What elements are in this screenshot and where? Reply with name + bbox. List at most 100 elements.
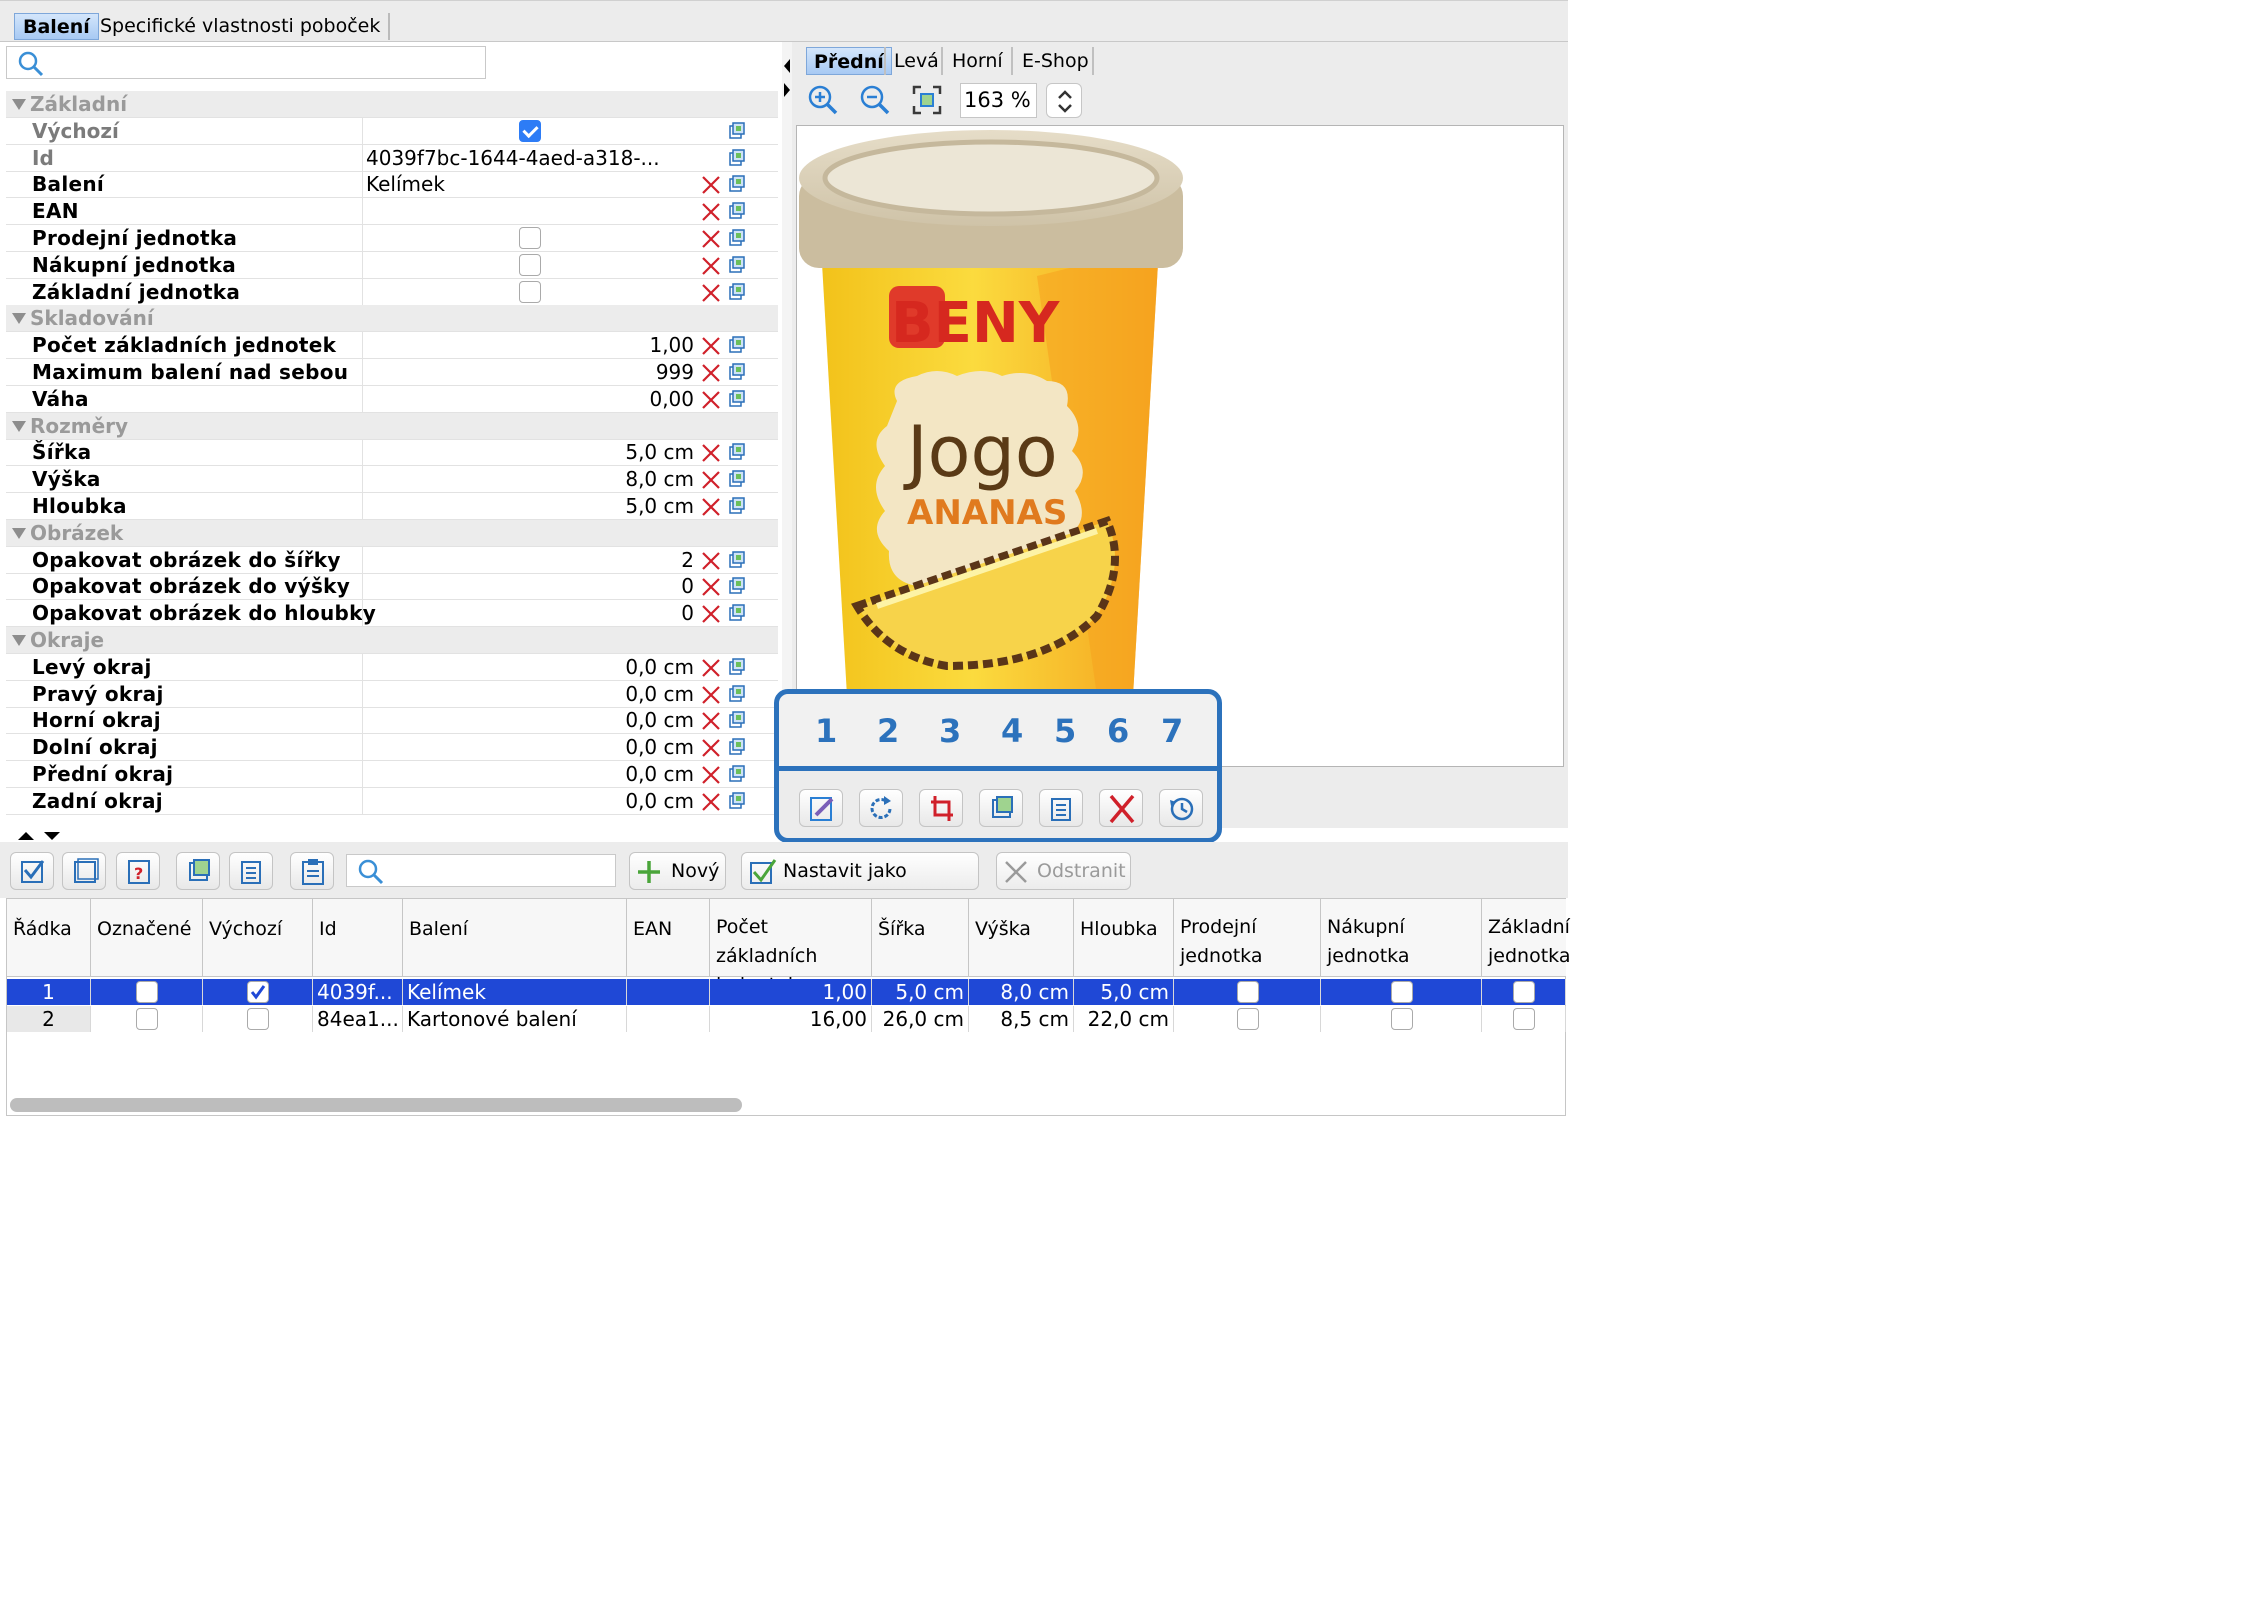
property-search-input[interactable]	[6, 46, 486, 79]
property-checkbox[interactable]	[519, 119, 541, 142]
property-row[interactable]: Váha 0,00	[6, 385, 778, 413]
table-cell[interactable]	[627, 979, 710, 1005]
clear-value-icon[interactable]	[701, 363, 721, 383]
property-value[interactable]: 1,00	[649, 332, 694, 359]
clear-value-icon[interactable]	[701, 738, 721, 758]
table-cell[interactable]: 2	[7, 1006, 91, 1032]
property-row[interactable]: Základní jednotka	[6, 278, 778, 306]
horizontal-scrollbar[interactable]	[10, 1098, 742, 1112]
row-checkbox[interactable]	[1236, 981, 1259, 1003]
property-checkbox[interactable]	[519, 280, 541, 303]
property-row[interactable]: Prodejní jednotka	[6, 225, 778, 252]
column-header-id[interactable]: Id	[313, 899, 403, 977]
clear-value-icon[interactable]	[701, 711, 721, 731]
table-cell-checkbox[interactable]	[1482, 1006, 1566, 1032]
expand-triangle-icon[interactable]	[12, 313, 26, 325]
table-cell[interactable]	[627, 1006, 710, 1032]
property-value[interactable]: 0,0 cm	[625, 707, 694, 734]
copy-value-icon[interactable]	[728, 256, 746, 274]
image-history-button[interactable]	[1159, 789, 1203, 827]
expand-triangle-icon[interactable]	[12, 527, 26, 539]
copy-value-icon[interactable]	[728, 684, 746, 703]
table-cell[interactable]: 84ea1...	[313, 1006, 403, 1032]
paste-rows-button[interactable]	[290, 852, 334, 890]
zoom-fit-icon[interactable]	[910, 83, 944, 117]
zoom-level-field[interactable]: 163 %	[960, 83, 1037, 118]
copy-value-icon[interactable]	[728, 765, 746, 783]
collapse-left-icon[interactable]	[782, 58, 792, 74]
copy-value-icon[interactable]	[728, 122, 746, 140]
property-group-header[interactable]: Rozměry	[6, 412, 778, 440]
table-cell-checkbox[interactable]	[91, 1006, 203, 1032]
property-value[interactable]: 0,0 cm	[625, 761, 694, 788]
column-header-vyska[interactable]: Výška	[969, 899, 1074, 977]
copy-value-icon[interactable]	[728, 148, 746, 167]
copy-value-icon[interactable]	[728, 470, 746, 488]
copy-value-icon[interactable]	[728, 282, 746, 301]
property-row[interactable]: Výška 8,0 cm	[6, 466, 778, 494]
property-row[interactable]: Pravý okraj 0,0 cm	[6, 680, 778, 708]
table-cell[interactable]: 1,00	[710, 979, 872, 1005]
clear-value-icon[interactable]	[701, 604, 721, 624]
property-row[interactable]: Maximum balení nad sebou 999	[6, 359, 778, 386]
table-cell[interactable]: Kartonové balení	[403, 1006, 627, 1032]
expand-triangle-icon[interactable]	[12, 420, 26, 432]
table-cell[interactable]: 1	[7, 979, 91, 1005]
column-header-sirka[interactable]: Šířka	[872, 899, 969, 977]
property-group-header[interactable]: Skladování	[6, 305, 778, 333]
column-header-hloubka[interactable]: Hloubka	[1074, 899, 1174, 977]
property-row[interactable]: Opakovat obrázek do výšky 0	[6, 573, 778, 601]
property-row[interactable]: Počet základních jednotek 1,00	[6, 332, 778, 360]
zoom-stepper[interactable]	[1046, 83, 1082, 118]
tab-leva[interactable]: Levá	[887, 47, 946, 75]
table-cell-checkbox[interactable]	[203, 979, 313, 1005]
row-checkbox[interactable]	[247, 981, 269, 1003]
copy-value-icon[interactable]	[728, 390, 746, 408]
clear-value-icon[interactable]	[701, 551, 721, 571]
property-row[interactable]: Hloubka 5,0 cm	[6, 493, 778, 520]
copy-value-icon[interactable]	[728, 738, 746, 756]
column-header-ean[interactable]: EAN	[627, 899, 710, 977]
clear-value-icon[interactable]	[701, 390, 721, 410]
new-button[interactable]: Nový	[629, 852, 726, 890]
property-row[interactable]: Levý okraj 0,0 cm	[6, 653, 778, 681]
property-row[interactable]: Nákupní jednotka	[6, 251, 778, 279]
property-value[interactable]: 0,0 cm	[625, 654, 694, 681]
property-value[interactable]: 4039f7bc-1644-4aed-a318-...	[366, 145, 660, 172]
table-cell[interactable]: Kelímek	[403, 979, 627, 1005]
property-group-header[interactable]: Obrázek	[6, 519, 778, 547]
tab-specificke-vlastnosti[interactable]: Specifické vlastnosti poboček	[92, 13, 391, 40]
invert-selection-button[interactable]: ?	[116, 852, 160, 890]
row-checkbox[interactable]	[247, 1008, 269, 1030]
remove-button[interactable]: Odstranit	[996, 852, 1131, 890]
property-value[interactable]: 0,0 cm	[625, 734, 694, 761]
table-cell[interactable]: 4039f...	[313, 979, 403, 1005]
deselect-all-button[interactable]	[62, 852, 106, 890]
copy-value-icon[interactable]	[728, 229, 746, 247]
table-cell-checkbox[interactable]	[203, 1006, 313, 1032]
clear-value-icon[interactable]	[701, 336, 721, 356]
row-checkbox[interactable]	[1390, 981, 1413, 1003]
property-row[interactable]: Opakovat obrázek do šířky 2	[6, 546, 778, 574]
property-value[interactable]: Kelímek	[366, 171, 445, 198]
zoom-out-icon[interactable]	[858, 83, 892, 117]
property-value[interactable]: 0,0 cm	[625, 681, 694, 708]
grid-search-input[interactable]	[346, 854, 616, 887]
clear-value-icon[interactable]	[701, 765, 721, 785]
property-value[interactable]: 0	[681, 573, 694, 600]
property-row[interactable]: Zadní okraj 0,0 cm	[6, 787, 778, 815]
table-cell[interactable]: 5,0 cm	[872, 979, 969, 1005]
edit-image-button[interactable]	[799, 789, 843, 827]
table-cell[interactable]: 16,00	[710, 1006, 872, 1032]
table-row[interactable]: 1 4039f... Kelímek 1,00 5,0 cm 8,0 cm 5,0 cm	[7, 979, 1566, 1005]
property-value[interactable]: 5,0 cm	[625, 493, 694, 520]
table-cell[interactable]: 8,5 cm	[969, 1006, 1074, 1032]
set-default-button[interactable]: Nastavit jako výchozí	[741, 852, 979, 918]
copy-image-button[interactable]	[1039, 789, 1083, 827]
copy-value-icon[interactable]	[728, 443, 746, 461]
crop-image-button[interactable]	[919, 789, 963, 827]
table-cell-checkbox[interactable]	[1321, 979, 1482, 1005]
copy-value-icon[interactable]	[728, 792, 746, 810]
delete-image-button[interactable]	[1099, 789, 1143, 827]
property-value[interactable]: 0	[681, 600, 694, 627]
